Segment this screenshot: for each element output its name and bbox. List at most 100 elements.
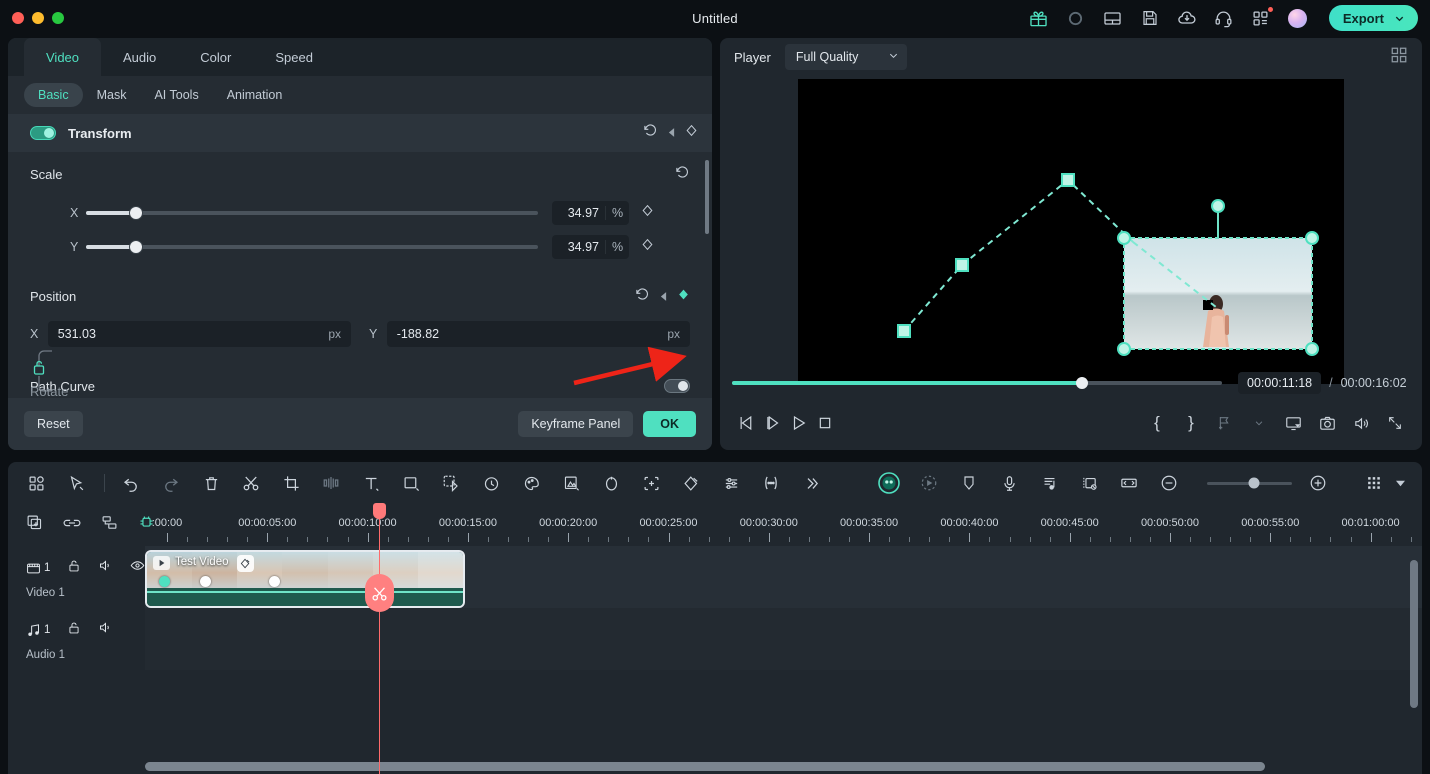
render-preview-icon[interactable] bbox=[1075, 469, 1103, 497]
audio-detach-icon[interactable] bbox=[317, 469, 345, 497]
preview-canvas[interactable] bbox=[798, 78, 1344, 384]
crop-icon[interactable] bbox=[277, 469, 305, 497]
tab-audio[interactable]: Audio bbox=[101, 38, 178, 76]
zoom-out-icon[interactable] bbox=[1155, 469, 1183, 497]
fit-timeline-icon[interactable] bbox=[1115, 469, 1143, 497]
text-icon[interactable] bbox=[357, 469, 385, 497]
avatar[interactable] bbox=[1287, 8, 1307, 28]
mark-in-button[interactable]: { bbox=[1144, 410, 1170, 436]
group-icon[interactable] bbox=[101, 514, 118, 536]
chevron-down-icon[interactable] bbox=[1394, 13, 1414, 24]
undo-icon[interactable] bbox=[117, 469, 145, 497]
subtab-ai-tools[interactable]: AI Tools bbox=[140, 83, 212, 107]
layout-icon[interactable] bbox=[1103, 8, 1123, 28]
save-icon[interactable] bbox=[1140, 8, 1160, 28]
scale-x-slider-knob[interactable] bbox=[129, 207, 142, 219]
eye-icon[interactable] bbox=[130, 558, 145, 578]
keyframe-icon[interactable] bbox=[677, 469, 705, 497]
timeline-zoom-knob[interactable] bbox=[1248, 477, 1260, 489]
timeline-horizontal-scrollbar[interactable] bbox=[145, 762, 1417, 771]
headset-icon[interactable] bbox=[1214, 8, 1234, 28]
cloud-upload-icon[interactable] bbox=[1177, 8, 1197, 28]
position-keyframe-prev-icon[interactable] bbox=[660, 289, 667, 304]
scale-y-slider[interactable] bbox=[86, 241, 538, 253]
scale-reset-icon[interactable] bbox=[675, 165, 690, 183]
scale-y-slider-knob[interactable] bbox=[129, 241, 142, 253]
more-dots-icon[interactable] bbox=[757, 469, 785, 497]
adjust-icon[interactable] bbox=[717, 469, 745, 497]
current-timecode[interactable]: 00:00:11:18 bbox=[1238, 372, 1322, 394]
chevrons-right-icon[interactable] bbox=[797, 469, 825, 497]
mask-icon[interactable] bbox=[437, 469, 465, 497]
keyframe-diamond-icon[interactable] bbox=[685, 124, 698, 142]
ai-mask-icon[interactable] bbox=[875, 469, 903, 497]
scale-x-keyframe-icon[interactable] bbox=[641, 204, 654, 222]
prev-frame-button[interactable] bbox=[734, 410, 760, 436]
timeline-playhead[interactable] bbox=[365, 503, 394, 774]
position-y-input[interactable]: -188.82 px bbox=[386, 321, 690, 347]
marker-dropdown-icon[interactable] bbox=[1246, 410, 1272, 436]
camera-icon[interactable] bbox=[1314, 410, 1340, 436]
position-reset-icon[interactable] bbox=[635, 287, 650, 305]
green-screen-icon[interactable] bbox=[557, 469, 585, 497]
scale-x-slider[interactable] bbox=[86, 207, 538, 219]
export-button[interactable]: Export bbox=[1328, 5, 1418, 31]
scale-x-input[interactable]: 34.97 % bbox=[552, 201, 629, 225]
mute-icon[interactable] bbox=[98, 558, 113, 578]
zoom-in-icon[interactable] bbox=[1304, 469, 1332, 497]
shape-icon[interactable] bbox=[397, 469, 425, 497]
auto-reframe-icon[interactable] bbox=[637, 469, 665, 497]
timeline-zoom-slider[interactable] bbox=[1207, 477, 1292, 489]
split-icon[interactable] bbox=[237, 469, 265, 497]
clip-keyframe-marker[interactable] bbox=[200, 576, 211, 587]
tab-color[interactable]: Color bbox=[178, 38, 253, 76]
redo-icon[interactable] bbox=[157, 469, 185, 497]
clip-keyframe-marker[interactable] bbox=[269, 576, 280, 587]
tab-speed[interactable]: Speed bbox=[253, 38, 335, 76]
audio-lane[interactable] bbox=[145, 608, 1422, 670]
clip-play-overlay-icon[interactable] bbox=[153, 556, 170, 570]
gift-icon[interactable] bbox=[1029, 8, 1049, 28]
add-marker-icon[interactable] bbox=[1212, 410, 1238, 436]
expand-icon[interactable] bbox=[1382, 410, 1408, 436]
position-keyframe-diamond-icon[interactable] bbox=[677, 288, 690, 304]
select-tool-icon[interactable] bbox=[62, 469, 90, 497]
caret-down-icon[interactable] bbox=[1392, 469, 1408, 497]
keyframe-panel-button[interactable]: Keyframe Panel bbox=[518, 411, 634, 437]
split-at-playhead-button[interactable] bbox=[365, 574, 394, 612]
unlock-icon[interactable] bbox=[67, 559, 81, 578]
audio-mixer-icon[interactable] bbox=[1035, 469, 1063, 497]
unlock-icon[interactable] bbox=[67, 621, 81, 640]
player-progress-knob[interactable] bbox=[1076, 377, 1089, 389]
delete-icon[interactable] bbox=[197, 469, 225, 497]
marker-icon[interactable] bbox=[955, 469, 983, 497]
timeline-hscroll-thumb[interactable] bbox=[145, 762, 1265, 771]
monitor-icon[interactable] bbox=[1280, 410, 1306, 436]
speed-icon[interactable] bbox=[477, 469, 505, 497]
reset-icon[interactable] bbox=[643, 123, 658, 143]
media-grid-icon[interactable] bbox=[22, 469, 50, 497]
mute-icon[interactable] bbox=[98, 620, 113, 640]
keyframe-prev-icon[interactable] bbox=[668, 124, 675, 142]
timeline-ruler[interactable]: :00:00 00:00:05:00 00:00:10:00 00:00:15:00 0… bbox=[145, 504, 1422, 546]
player-progress-bar[interactable] bbox=[732, 377, 1222, 389]
stop-button[interactable] bbox=[812, 410, 838, 436]
tab-video[interactable]: Video bbox=[24, 38, 102, 76]
stabilize-icon[interactable] bbox=[597, 469, 625, 497]
transform-toggle[interactable] bbox=[30, 126, 56, 140]
video-clip[interactable]: Test Video bbox=[145, 550, 465, 608]
layout-grid-icon[interactable] bbox=[1390, 46, 1408, 69]
properties-panel-scrollbar[interactable] bbox=[705, 160, 709, 234]
video-lane[interactable]: Test Video bbox=[145, 546, 1422, 608]
timeline-vertical-scrollbar[interactable] bbox=[1410, 560, 1418, 708]
speaker-icon[interactable] bbox=[1348, 410, 1374, 436]
subtab-mask[interactable]: Mask bbox=[83, 83, 141, 107]
color-icon[interactable] bbox=[517, 469, 545, 497]
motion-tracking-icon[interactable] bbox=[915, 469, 943, 497]
clip-keyframe-marker[interactable] bbox=[159, 576, 170, 587]
link-clip-icon[interactable] bbox=[63, 514, 81, 537]
voiceover-icon[interactable] bbox=[995, 469, 1023, 497]
subtab-animation[interactable]: Animation bbox=[213, 83, 297, 107]
position-x-input[interactable]: 531.03 px bbox=[47, 321, 351, 347]
record-icon[interactable] bbox=[1066, 8, 1086, 28]
